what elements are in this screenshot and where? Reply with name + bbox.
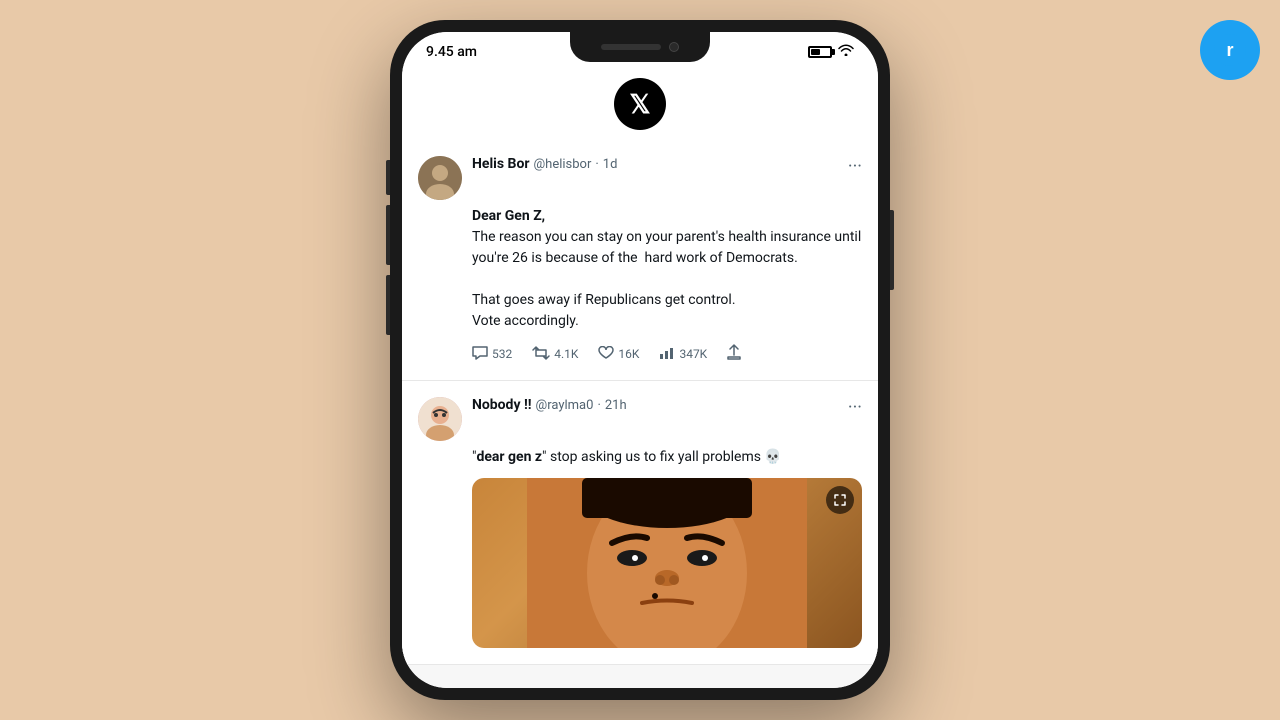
status-time: 9.45 am — [426, 44, 477, 60]
avatar-1 — [418, 156, 462, 200]
notch — [570, 32, 710, 62]
volume-down-button[interactable] — [386, 275, 390, 335]
share-action[interactable] — [727, 344, 741, 364]
reply-count: 532 — [492, 347, 512, 361]
tweet-2-meta: Nobody !! @raylma0 · 21h — [472, 397, 838, 413]
tweet-2-body-text: "dear gen z" stop asking us to fix yall … — [472, 449, 782, 465]
views-icon — [659, 345, 675, 364]
status-bar: 9.45 am — [402, 32, 878, 68]
retweet-icon — [532, 345, 550, 364]
reply-icon — [472, 345, 488, 364]
avatar-2 — [418, 397, 462, 441]
volume-mute-button[interactable] — [386, 160, 390, 195]
tweet-1-more-button[interactable]: ··· — [848, 156, 862, 177]
tweet-1-actions: 532 4.1K 16K — [472, 344, 862, 364]
expand-image-button[interactable] — [826, 486, 854, 514]
tweet-1-author-handle: @helisbor — [534, 157, 592, 172]
svg-text:r: r — [1226, 40, 1233, 60]
tweet-2-time-value: 21h — [605, 398, 627, 413]
like-action[interactable]: 16K — [598, 345, 639, 364]
tweet-2-author-name: Nobody !! — [472, 397, 532, 413]
cartoon-face-svg — [472, 478, 862, 648]
tweet-1-body-bold: Dear Gen Z, — [472, 208, 545, 224]
reply-action[interactable]: 532 — [472, 345, 512, 364]
feed-content[interactable]: Helis Bor @helisbor · 1d ··· Dear Gen Z,… — [402, 140, 878, 688]
like-count: 16K — [618, 347, 639, 361]
retweet-action[interactable]: 4.1K — [532, 345, 578, 364]
power-button[interactable] — [890, 210, 894, 290]
tweet-2-time-sep: · — [597, 398, 600, 413]
tweet-2-author-handle: @raylma0 — [536, 398, 594, 413]
tweet-1-time-value: 1d — [603, 157, 618, 172]
retweet-count: 4.1K — [554, 347, 578, 361]
brand-logo[interactable]: r — [1200, 20, 1260, 80]
status-icons — [808, 44, 854, 60]
phone-screen: 9.45 am 𝕏 — [402, 32, 878, 688]
share-icon — [727, 344, 741, 364]
notch-camera — [669, 42, 679, 52]
tweet-card-1: Helis Bor @helisbor · 1d ··· Dear Gen Z,… — [402, 140, 878, 381]
volume-up-button[interactable] — [386, 205, 390, 265]
like-icon — [598, 345, 614, 364]
x-logo-area: 𝕏 — [402, 68, 878, 140]
tweet-2-image — [472, 478, 862, 648]
tweet-card-2: Nobody !! @raylma0 · 21h ··· "dear gen z… — [402, 381, 878, 665]
tweet-2-image-container[interactable] — [472, 478, 862, 648]
phone-frame: 9.45 am 𝕏 — [390, 20, 890, 700]
battery-icon — [808, 46, 832, 58]
tweet-1-body-text: The reason you can stay on your parent's… — [472, 227, 862, 332]
x-logo-text: 𝕏 — [630, 91, 651, 117]
x-logo-circle: 𝕏 — [614, 78, 666, 130]
wifi-icon — [838, 44, 854, 60]
tweet-1-meta: Helis Bor @helisbor · 1d — [472, 156, 838, 172]
tweet-2-body: "dear gen z" stop asking us to fix yall … — [472, 447, 862, 468]
tweet-1-body: Dear Gen Z, The reason you can stay on y… — [472, 206, 862, 332]
tweet-2-more-button[interactable]: ··· — [848, 397, 862, 418]
notch-pill — [601, 44, 661, 50]
views-action[interactable]: 347K — [659, 345, 707, 364]
views-count: 347K — [679, 347, 707, 361]
tweet-1-time: · — [595, 157, 598, 172]
tweet-1-author-name: Helis Bor — [472, 156, 530, 172]
